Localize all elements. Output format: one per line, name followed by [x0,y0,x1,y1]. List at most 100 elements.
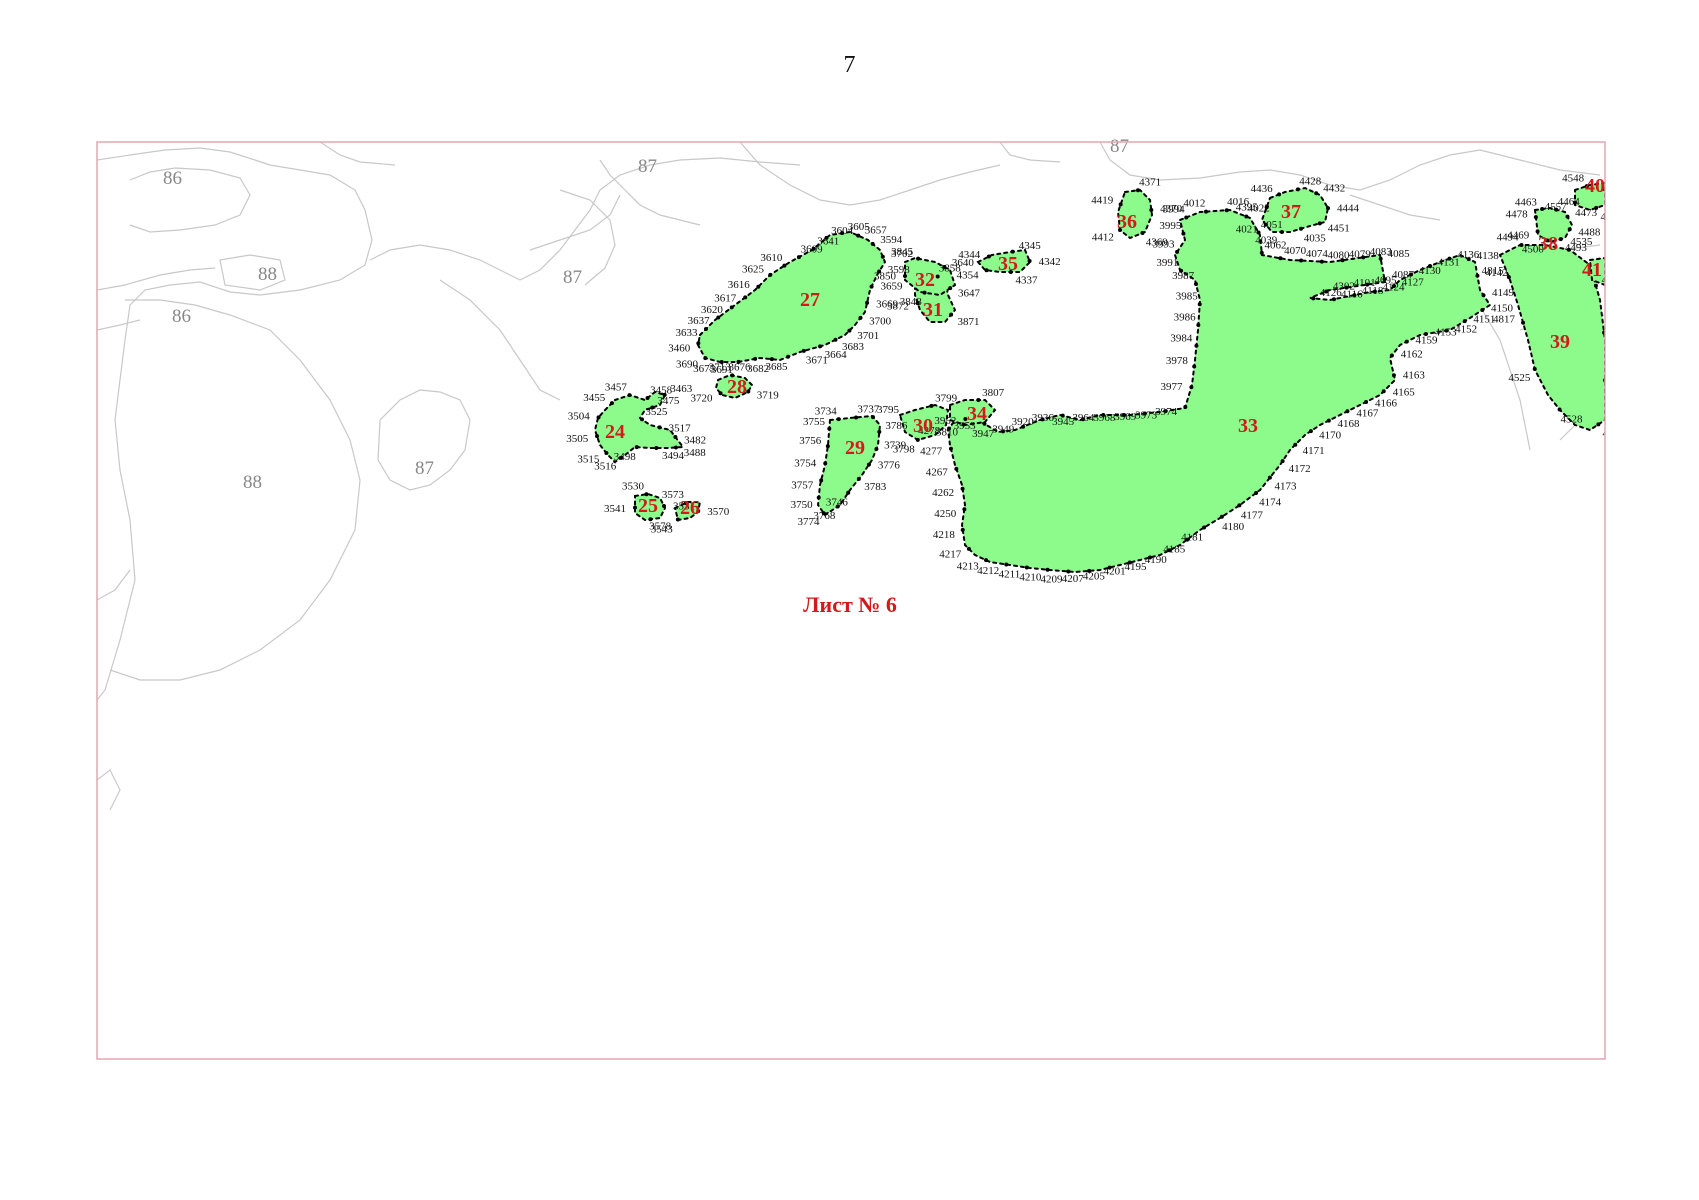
boundary-point-number: 4153 [1435,327,1458,339]
boundary-point-marker [1024,565,1029,570]
boundary-point-number: 4540 [1600,211,1623,223]
boundary-point-number: 3774 [798,516,821,528]
boundary-point-number: 3488 [684,447,707,459]
boundary-point-marker [1202,525,1207,530]
boundary-point-number: 4035 [1304,232,1327,244]
boundary-point-number: 4138 [1477,250,1500,262]
boundary-point-number: 4525 [1508,372,1531,384]
boundary-point-number: 3594 [880,234,903,246]
boundary-point-marker [1197,302,1202,307]
boundary-point-number: 3498 [614,451,637,463]
boundary-point-marker [768,272,773,277]
boundary-point-marker [1314,191,1319,196]
boundary-point-marker [736,359,741,364]
boundary-point-marker [840,231,845,236]
boundary-point-marker [847,328,852,333]
boundary-point-number: 4150 [1491,302,1514,314]
boundary-point-marker [942,265,947,270]
area-label: 88 [243,472,262,493]
boundary-point-number: 3515 [577,454,600,466]
boundary-point-number: 4162 [1401,349,1423,361]
boundary-point-marker [618,455,623,460]
boundary-point-number: 4432 [1323,183,1345,195]
parcel-id-label: 38 [1538,233,1558,255]
boundary-point-marker [1308,429,1313,434]
boundary-point-number: 3460 [668,342,691,354]
boundary-point-marker [1506,275,1511,280]
boundary-point-number: 4116 [1341,289,1363,301]
boundary-point-marker [1596,422,1601,427]
boundary-point-marker [609,401,614,406]
parcel-id-label: 27 [800,289,820,311]
boundary-point-marker [604,450,609,455]
boundary-point-marker [1480,307,1485,312]
boundary-point-marker [948,286,953,291]
boundary-point-marker [1475,273,1480,278]
parcel-id-label: 33 [1238,415,1258,437]
boundary-point-marker [1325,206,1330,211]
boundary-point-number: 4080 [1327,250,1350,262]
boundary-point-number: 4250 [934,508,957,520]
boundary-point-number: 3525 [645,406,668,418]
boundary-point-marker [1107,565,1112,570]
boundary-point-number: 3610 [760,252,783,264]
boundary-point-marker [821,511,826,516]
boundary-point-number: 4212 [977,565,999,577]
boundary-point-marker [1428,263,1433,268]
boundary-point-number: 3616 [728,279,751,291]
boundary-point-number: 3578 [649,520,672,532]
boundary-point-marker [836,417,841,422]
boundary-point-number: 4021 [1236,224,1258,236]
boundary-point-marker [743,295,748,300]
boundary-point-number: 4207 [1062,573,1085,585]
boundary-point-marker [1259,250,1264,255]
boundary-point-marker [1573,200,1577,205]
boundary-point-number: 4190 [1145,554,1168,566]
area-label: 87 [1110,136,1129,157]
boundary-point-number: 3991 [1156,257,1178,269]
parcel-id-label: 29 [845,437,865,459]
boundary-point-number: 3968 [1093,412,1116,424]
boundary-point-marker [1378,256,1383,261]
boundary-point-marker [1345,409,1350,414]
boundary-point-marker [1533,215,1538,220]
boundary-point-marker [661,503,666,508]
boundary-point-marker [1293,442,1298,447]
boundary-point-marker [1196,323,1201,328]
boundary-point-marker [1127,560,1132,565]
boundary-point-marker [1179,268,1184,273]
boundary-point-number: 3986 [1174,311,1197,323]
boundary-point-marker [1352,293,1357,298]
boundary-point-number: 3530 [622,481,645,493]
boundary-point-marker [1565,214,1570,219]
boundary-point-number: 4074 [1306,248,1329,260]
boundary-point-marker [1361,255,1366,260]
boundary-point-marker [1567,227,1572,232]
boundary-point-number: 4451 [1328,223,1350,235]
boundary-point-marker [1409,272,1414,277]
boundary-point-number: 4172 [1289,463,1311,475]
boundary-point-marker [1087,568,1092,573]
boundary-point-marker [1140,231,1145,236]
boundary-point-marker [856,476,861,481]
boundary-point-number: 3977 [1160,381,1183,393]
boundary-point-marker [1135,188,1140,193]
boundary-point-marker [870,415,875,420]
boundary-point-number: 3757 [791,480,814,492]
boundary-point-marker [654,446,659,450]
boundary-point-number: 4167 [1356,408,1379,420]
boundary-point-marker [916,256,921,261]
boundary-point-number: 4070 [1284,245,1307,257]
boundary-point-number: 4412 [1092,232,1114,244]
boundary-point-marker [1389,353,1394,358]
boundary-point-marker [1447,256,1452,261]
boundary-point-number: 3995 [1159,220,1182,232]
boundary-point-marker [824,235,829,240]
boundary-point-marker [1594,205,1599,210]
boundary-point-number: 4541 [1613,181,1635,193]
boundary-point-number: 3690 [676,358,699,370]
boundary-point-number: 4557 [1545,201,1568,213]
boundary-point-marker [1299,258,1304,263]
boundary-point-marker [1319,259,1324,264]
boundary-point-number: 4159 [1415,334,1438,346]
